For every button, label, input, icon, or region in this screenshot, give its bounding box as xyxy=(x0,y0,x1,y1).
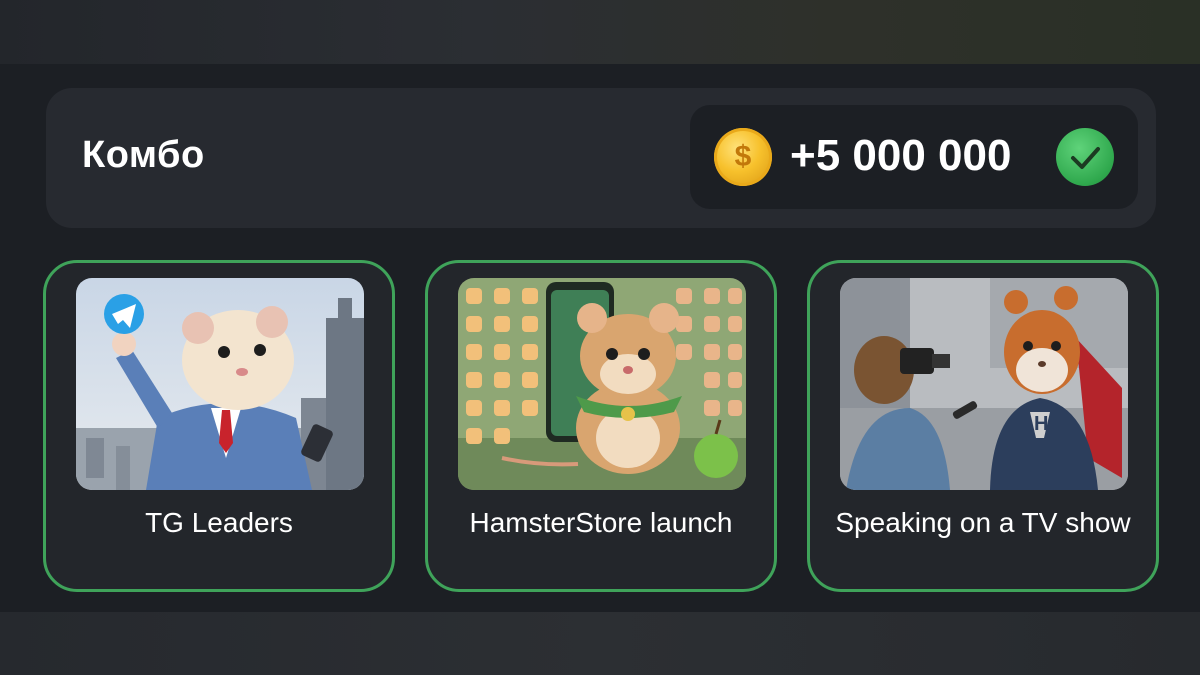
card-label: HamsterStore launch xyxy=(469,507,733,538)
svg-text:H: H xyxy=(1034,413,1048,435)
card-label: TG Leaders xyxy=(145,507,293,538)
card-label: Speaking on a TV show xyxy=(835,507,1131,538)
combo-card-speaking-on-tv-show[interactable]: H Speaking on a TV show xyxy=(807,260,1159,592)
checkmark-icon xyxy=(1056,128,1114,186)
top-bar xyxy=(0,0,1200,64)
reward-amount: +5 000 000 xyxy=(790,131,1012,180)
combo-title: Комбо xyxy=(82,134,205,176)
bottom-bar xyxy=(0,612,1200,675)
card-image-hamsterstore-launch xyxy=(458,278,746,490)
combo-header: Комбо $ +5 000 000 xyxy=(46,88,1156,228)
combo-card-tg-leaders[interactable]: TG Leaders xyxy=(43,260,395,592)
card-image-speaking-on-tv-show: H xyxy=(840,278,1128,490)
dollar-coin-icon: $ xyxy=(714,128,772,186)
combo-card-hamsterstore-launch[interactable]: HamsterStore launch xyxy=(425,260,777,592)
combo-reward: $ +5 000 000 xyxy=(690,105,1138,209)
card-image-tg-leaders xyxy=(76,278,364,490)
